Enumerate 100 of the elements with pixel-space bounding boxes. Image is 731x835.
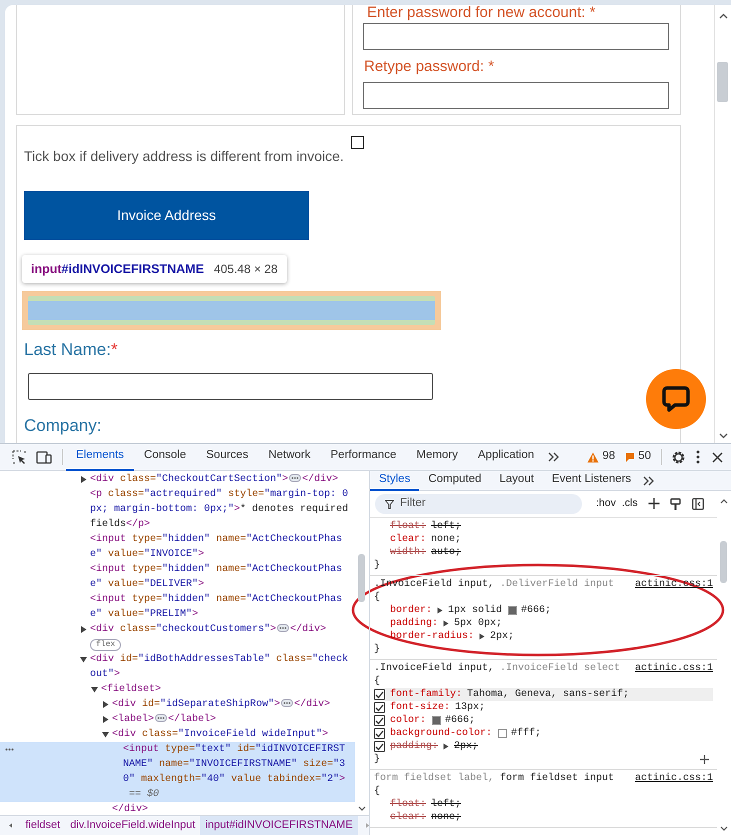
invoice-address-button[interactable]: Invoice Address [24,191,309,240]
dom-node-text[interactable]: <p class="actrequired" style="margin-top: 0px; margin-bottom: 0px;">* denotes required fields</p> [90,487,351,532]
add-rule-icon[interactable] [648,498,660,510]
dom-node-text[interactable]: <div class="checkoutCustomers"> [90,624,276,635]
page-scrollbar[interactable] [714,5,731,443]
collapse-arrow-icon[interactable] [80,656,87,663]
devtools-tab[interactable]: Application [468,444,544,470]
devtools-tab[interactable]: Network [258,444,321,470]
ellipsis-icon[interactable] [281,699,294,708]
more-dots-icon[interactable] [5,748,14,751]
devtools-tab[interactable]: Memory [406,444,468,470]
color-swatch[interactable] [508,606,518,615]
scroll-down-icon[interactable] [358,806,366,811]
property-checkbox[interactable] [374,741,385,752]
dom-node-text[interactable]: <fieldset> [101,682,351,697]
scroll-thumb[interactable] [720,541,727,583]
expand-arrow-icon[interactable] [479,633,486,640]
ellipsis-icon[interactable] [155,714,168,722]
property-checkbox[interactable] [374,715,385,726]
filter-field[interactable]: Filter [375,494,582,514]
property-name[interactable]: clear: [390,811,426,824]
property-value[interactable]: left; [431,520,462,533]
dom-node-text[interactable]: <input type="text" id="idINVOICEFIRSTNAME" name="INVOICEFIRSTNAME" size="30" maxlength="40" value tabindex="2"> [123,742,351,787]
property-name[interactable]: border-radius: [390,630,474,643]
property-value[interactable]: none; [431,533,462,546]
property-value[interactable]: left; [431,798,462,811]
property-name[interactable]: font-family: [390,688,462,701]
dom-node-text[interactable]: <div id="idBothAddressesTable" class="checkout"> [90,652,351,682]
scroll-up-icon[interactable] [720,499,728,504]
sidebar-toggle-icon[interactable] [692,498,704,510]
color-swatch[interactable] [498,729,508,738]
expand-arrow-icon[interactable] [80,476,87,483]
scroll-down-icon[interactable] [719,433,728,439]
property-value[interactable]: Tahoma, Geneva, sans-serif; [467,688,630,701]
dom-node-text[interactable]: <input type="hidden" name="ActCheckoutPhase" value="INVOICE"> [90,532,351,562]
source-link[interactable]: actinic.css:1 [634,662,713,675]
property-value[interactable]: 1px solid [448,604,502,617]
paint-roller-icon[interactable] [670,498,681,510]
breadcrumb[interactable]: fieldset [20,816,66,835]
color-swatch[interactable] [432,716,442,725]
property-name[interactable]: color: [390,714,426,727]
property-value[interactable]: 5px 0px; [454,617,502,630]
expand-arrow-icon[interactable] [437,607,444,614]
expand-arrow-icon[interactable] [80,626,87,633]
settings-icon[interactable] [671,450,686,464]
breadcrumb[interactable]: div.InvoiceField.wideInput [65,816,200,835]
dom-node-text[interactable]: <input type="hidden" name="ActCheckoutPhase" value="PRELIM"> [90,592,351,622]
property-value[interactable]: #fff; [511,727,542,740]
devtools-tab[interactable]: Console [134,444,196,470]
devtools-tab[interactable]: Elements [66,444,134,470]
property-checkbox[interactable] [374,728,385,739]
text-field[interactable] [28,373,433,400]
expand-arrow-icon[interactable] [443,620,450,627]
breadcrumb[interactable]: input#idINVOICEFIRSTNAME [200,816,358,835]
property-value[interactable]: 2px; [490,630,514,643]
scroll-down-icon[interactable] [720,826,728,831]
property-value[interactable]: none; [431,811,462,824]
collapse-arrow-icon[interactable] [91,686,98,693]
style-toggle[interactable]: .cls [622,496,638,512]
add-property-icon[interactable] [700,755,709,764]
checkbox[interactable] [350,136,364,149]
warning-count[interactable]: 98 [602,448,616,466]
property-value[interactable]: 13px; [455,701,486,714]
more-tabs-icon[interactable] [548,452,560,462]
property-name[interactable]: float: [390,520,426,533]
styles-tab[interactable]: Computed [419,470,490,490]
property-checkbox[interactable] [374,702,385,713]
scroll-up-icon[interactable] [719,13,728,19]
property-name[interactable]: border: [390,604,432,617]
property-value[interactable]: #666; [445,714,476,727]
property-value[interactable]: 2px; [454,740,478,753]
close-icon[interactable] [712,452,723,462]
password-field[interactable] [363,23,669,50]
property-name[interactable]: padding: [390,617,438,630]
styles-tab[interactable]: Layout [490,470,543,490]
more-options-icon[interactable] [696,450,700,464]
collapse-arrow-icon[interactable] [102,731,109,738]
scroll-left-icon[interactable] [9,822,12,829]
message-count[interactable]: 50 [638,448,651,466]
property-name[interactable]: clear: [390,533,426,546]
styles-tab[interactable]: Styles [370,470,420,490]
dom-node-text[interactable]: <div id="idSeparateShipRow"> [112,699,280,710]
property-value[interactable]: auto; [431,546,462,559]
dom-node-text[interactable]: <div class="InvoiceField wideInput"> [112,727,351,742]
dom-node-text[interactable]: <div class="CheckoutCartSection"> [90,474,288,485]
styles-tab[interactable]: Event Listeners [542,470,640,490]
property-name[interactable]: background-color: [390,727,492,740]
ellipsis-icon[interactable] [289,474,302,482]
flex-badge[interactable]: flex [90,638,122,650]
property-value[interactable]: #666; [521,604,552,617]
dom-node-text[interactable]: <input type="hidden" name="ActCheckoutPhase" value="DELIVER"> [90,562,351,592]
dom-node-text[interactable]: <label> [112,714,154,725]
source-link[interactable]: actinic.css:1 [634,772,713,785]
property-checkbox[interactable] [374,689,385,700]
scroll-thumb[interactable] [358,554,365,602]
scroll-thumb[interactable] [717,62,728,102]
property-name[interactable]: width: [390,546,426,559]
more-tabs-icon[interactable] [643,476,656,486]
expand-arrow-icon[interactable] [102,716,109,723]
devtools-tab[interactable]: Sources [196,444,258,470]
